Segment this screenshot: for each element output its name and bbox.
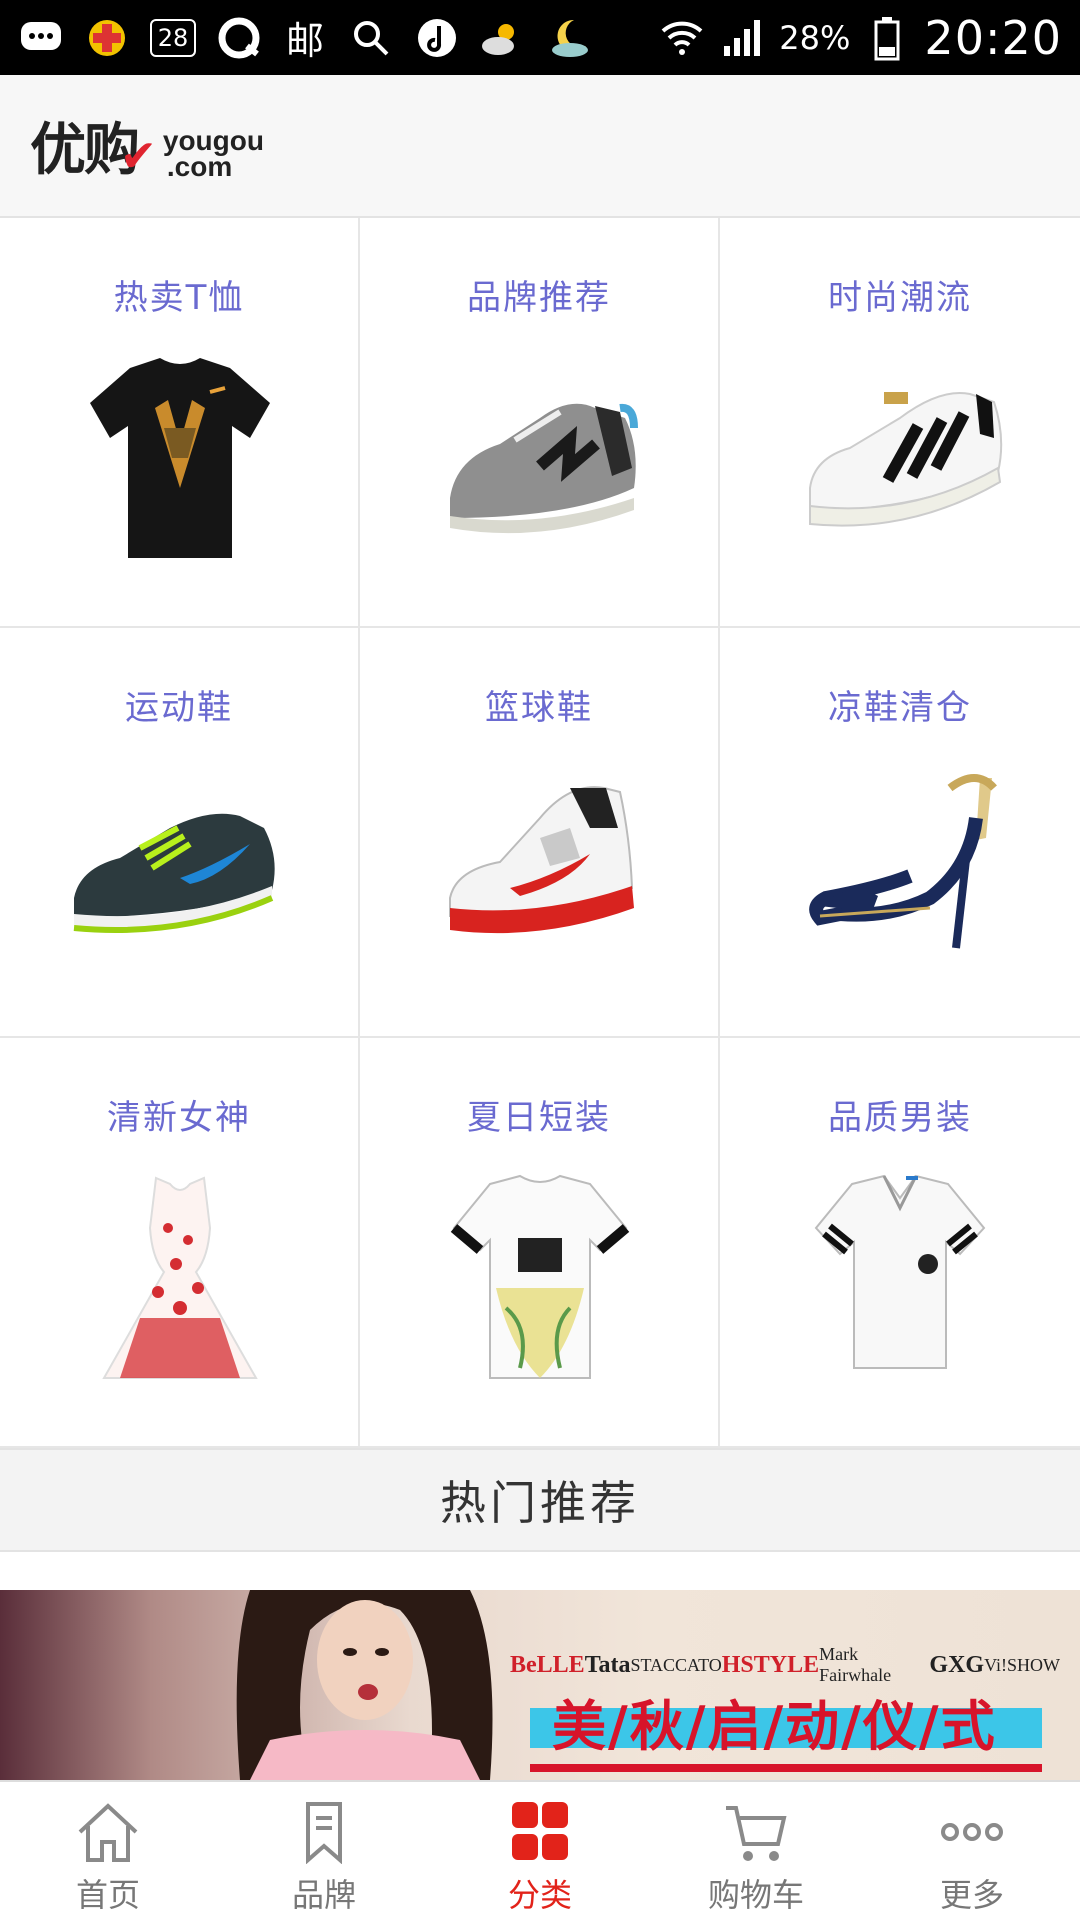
tab-home[interactable]: 首页 <box>0 1782 216 1920</box>
tab-category[interactable]: 分类 <box>432 1782 648 1920</box>
category-item[interactable]: 热卖T恤 <box>0 218 360 628</box>
category-item[interactable]: 清新女神 <box>0 1038 360 1448</box>
hot-section-title: 热门推荐 <box>440 1476 640 1530</box>
brand-logo: BeLLE <box>510 1651 585 1678</box>
category-label: 品质男装 <box>828 1098 972 1138</box>
running-shoe-image <box>73 813 275 933</box>
tab-label: 首页 <box>75 1876 140 1914</box>
category-item[interactable]: 篮球鞋 <box>360 628 720 1038</box>
brand-logo: STACCATO <box>630 1654 722 1675</box>
cart-icon <box>726 1806 787 1861</box>
tab-label: 更多 <box>939 1876 1004 1914</box>
category-item[interactable]: 凉鞋清仓 <box>720 628 1080 1038</box>
category-label: 夏日短装 <box>467 1098 611 1138</box>
grey-sneaker-image <box>450 403 638 534</box>
tab-label: 分类 <box>507 1876 572 1914</box>
tab-label: 购物车 <box>707 1876 804 1914</box>
floral-dress-image <box>102 1176 258 1379</box>
category-label: 运动鞋 <box>125 688 233 728</box>
yougou-logo[interactable]: 优购 ✔ yougou .com <box>30 105 264 186</box>
brand-logos: BeLLE Tata STACCATO HSTYLE Mark Fairwhal… <box>510 1644 1060 1686</box>
banner-strip <box>530 1764 1042 1772</box>
tab-label: 品牌 <box>291 1876 356 1914</box>
promo-banner[interactable]: BeLLE Tata STACCATO HSTYLE Mark Fairwhal… <box>0 1590 1080 1780</box>
grid-icon <box>512 1802 568 1860</box>
status-bar: 28 邮 28% 20:20 <box>0 0 1080 75</box>
category-item[interactable]: 品质男装 <box>720 1038 1080 1448</box>
battery-percent: 28% <box>779 18 851 57</box>
logo-en: yougou .com <box>162 125 264 182</box>
music-icon <box>414 15 460 61</box>
category-item[interactable]: 夏日短装 <box>360 1038 720 1448</box>
weather-icon <box>480 15 526 61</box>
bottom-tab-bar: 首页 品牌 分类 购物车 更多 <box>0 1780 1080 1920</box>
chat-icon <box>18 15 64 61</box>
category-label: 凉鞋清仓 <box>828 688 972 728</box>
clock: 20:20 <box>924 10 1062 65</box>
basketball-shoe-image <box>449 786 634 934</box>
heel-sandal-image <box>809 774 997 949</box>
tab-brand[interactable]: 品牌 <box>216 1782 432 1920</box>
category-label: 热卖T恤 <box>113 278 245 318</box>
signal-icon <box>719 15 765 61</box>
wifi-icon <box>659 15 705 61</box>
calendar-icon: 28 <box>149 15 197 61</box>
brand-logo: HSTYLE <box>721 1651 820 1678</box>
search-icon <box>348 15 394 61</box>
printed-tshirt-image <box>450 1174 630 1379</box>
category-item[interactable]: 品牌推荐 <box>360 218 720 628</box>
checkmark-icon: ✔ <box>120 131 157 182</box>
app-header: 优购 ✔ yougou .com <box>0 75 1080 218</box>
category-label: 时尚潮流 <box>828 278 972 318</box>
game-icon <box>84 15 130 61</box>
hot-section-header: 热门推荐 <box>0 1448 1080 1552</box>
polo-shirt-image <box>814 1174 986 1369</box>
category-item[interactable]: 时尚潮流 <box>720 218 1080 628</box>
black-tshirt-image <box>90 358 270 558</box>
bookmark-icon <box>306 1802 342 1864</box>
category-item[interactable]: 运动鞋 <box>0 628 360 1038</box>
category-label: 清新女神 <box>107 1098 251 1138</box>
battery-icon <box>864 15 910 61</box>
white-striped-sneaker-image <box>809 392 1003 527</box>
moon-icon <box>546 15 592 61</box>
category-grid: 热卖T恤 品牌推荐 时尚潮流 运动鞋 篮球鞋 凉鞋清仓 清新女神 夏日短装 品质… <box>0 218 1080 1448</box>
mail-icon: 邮 <box>285 19 324 63</box>
browser-icon <box>216 15 262 61</box>
home-icon <box>78 1803 138 1862</box>
tab-more[interactable]: 更多 <box>864 1782 1080 1920</box>
tab-cart[interactable]: 购物车 <box>648 1782 864 1920</box>
brand-logo: Tata <box>584 1651 631 1678</box>
more-icon <box>941 1823 1003 1841</box>
brand-logo: Vi!SHOW <box>984 1654 1060 1675</box>
banner-slogan: 美/秋/启/动/仪/式 <box>552 1695 997 1758</box>
model-image <box>236 1590 493 1780</box>
brand-logo: GXG <box>929 1651 985 1678</box>
category-label: 品牌推荐 <box>467 278 611 318</box>
brand-logo: Mark Fairwhale <box>819 1644 892 1685</box>
category-label: 篮球鞋 <box>485 688 593 728</box>
